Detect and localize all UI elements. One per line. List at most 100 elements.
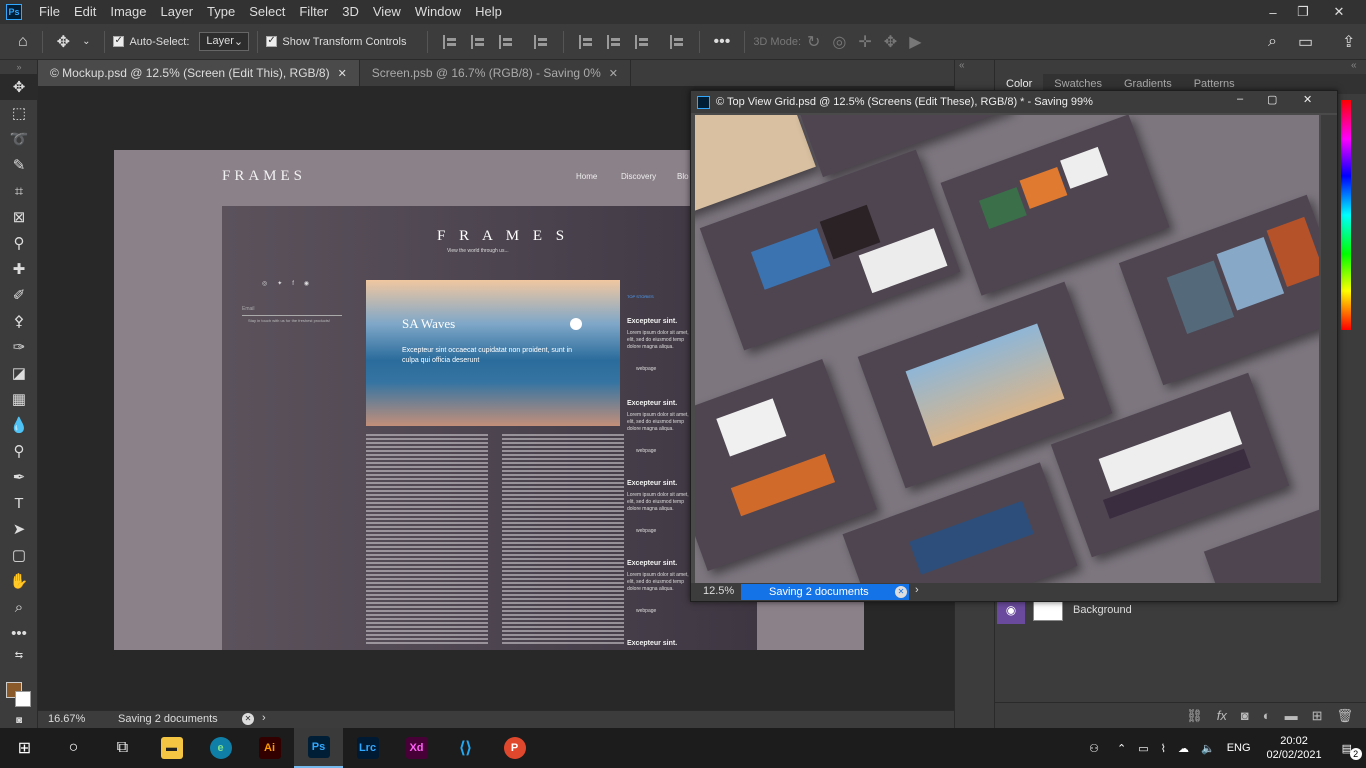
task-view-icon[interactable]: ⧉ xyxy=(98,728,147,768)
chevron-up-icon[interactable]: ⌃ xyxy=(1117,742,1126,755)
clock[interactable]: 20:02 02/02/2021 xyxy=(1267,734,1322,762)
cancel-save-icon[interactable]: ✕ xyxy=(895,586,907,598)
new-layer-icon[interactable]: ⊞ xyxy=(1312,708,1323,724)
menu-file[interactable]: File xyxy=(32,0,67,24)
history-brush-tool-icon[interactable]: ✑ xyxy=(0,334,38,360)
move-tool-icon[interactable]: ✥ xyxy=(57,32,70,52)
window-title-bar[interactable]: © Top View Grid.psd @ 12.5% (Screens (Ed… xyxy=(691,91,1337,113)
blur-tool-icon[interactable]: 💧 xyxy=(0,412,38,438)
type-tool-icon[interactable]: T xyxy=(0,490,38,516)
file-explorer-icon[interactable]: ▬ xyxy=(147,728,196,768)
folder-icon[interactable]: ▬ xyxy=(1285,708,1298,723)
search-icon[interactable]: ⌕ xyxy=(1268,33,1277,51)
collapse-icon[interactable]: » xyxy=(0,60,38,74)
hand-tool-icon[interactable]: ✋ xyxy=(0,568,38,594)
notifications-icon[interactable]: ▤ 2 xyxy=(1342,742,1362,760)
chevron-down-icon[interactable]: ⌄ xyxy=(82,36,90,47)
move-tool-icon[interactable]: ✥ xyxy=(0,74,38,100)
align-center-icon[interactable] xyxy=(470,34,485,49)
swap-colors-icon[interactable]: ⇆ xyxy=(0,646,38,664)
gradient-tool-icon[interactable]: ▦ xyxy=(0,386,38,412)
auto-select-dropdown[interactable]: Layer ⌄ xyxy=(199,32,250,51)
tab-screen[interactable]: Screen.psb @ 16.7% (RGB/8) - Saving 0% ✕ xyxy=(359,60,631,86)
align-middle-icon[interactable] xyxy=(606,34,621,49)
3d-slide-icon[interactable]: ✥ xyxy=(884,32,897,52)
workspace-icon[interactable]: ▭ xyxy=(1298,32,1313,52)
marquee-tool-icon[interactable]: ⬚ xyxy=(0,100,38,126)
link-icon[interactable]: ⛓ xyxy=(1186,708,1203,724)
battery-icon[interactable]: ▭ xyxy=(1138,742,1148,755)
zoom-tool-icon[interactable]: ⌕ xyxy=(0,594,38,620)
distribute-vertical-icon[interactable] xyxy=(669,34,684,49)
crop-tool-icon[interactable]: ⌗ xyxy=(0,178,38,204)
3d-scale-icon[interactable]: ▶ xyxy=(909,32,921,52)
lightroom-classic-icon[interactable]: Lrc xyxy=(343,728,392,768)
menu-type[interactable]: Type xyxy=(200,0,242,24)
menu-edit[interactable]: Edit xyxy=(67,0,103,24)
minimize-button[interactable]: – xyxy=(1256,0,1290,24)
restore-button[interactable]: ❐ xyxy=(1286,0,1320,24)
collapse-icon[interactable]: « xyxy=(1351,60,1357,71)
menu-filter[interactable]: Filter xyxy=(292,0,335,24)
language-indicator[interactable]: ENG xyxy=(1227,742,1251,754)
align-left-icon[interactable] xyxy=(442,34,457,49)
more-options-icon[interactable]: ••• xyxy=(714,33,731,51)
close-button[interactable]: ✕ xyxy=(1322,0,1356,24)
window-scrollbar[interactable] xyxy=(1321,115,1337,583)
3d-pan-icon[interactable]: ✛ xyxy=(858,32,871,52)
dodge-tool-icon[interactable]: ⚲ xyxy=(0,438,38,464)
chevron-right-icon[interactable]: › xyxy=(262,712,266,724)
hue-slider[interactable] xyxy=(1341,100,1351,330)
auto-select-checkbox[interactable] xyxy=(113,35,125,47)
maximize-button[interactable]: ▢ xyxy=(1267,93,1277,106)
close-button[interactable]: ✕ xyxy=(1303,93,1312,106)
path-select-tool-icon[interactable]: ➤ xyxy=(0,516,38,542)
pen-tool-icon[interactable]: ✒ xyxy=(0,464,38,490)
menu-window[interactable]: Window xyxy=(408,0,468,24)
lasso-tool-icon[interactable]: ➰ xyxy=(0,126,38,152)
tab-mockup[interactable]: © Mockup.psd @ 12.5% (Screen (Edit This)… xyxy=(38,60,360,86)
xd-icon[interactable]: Xd xyxy=(392,728,441,768)
menu-select[interactable]: Select xyxy=(242,0,292,24)
transform-controls-checkbox[interactable] xyxy=(266,35,278,47)
windows-start-icon[interactable]: ⊞ xyxy=(0,728,49,768)
close-icon[interactable]: ✕ xyxy=(338,67,347,80)
people-icon[interactable]: ⚇ xyxy=(1089,742,1099,755)
home-icon[interactable]: ⌂ xyxy=(18,33,28,51)
cloud-sync-icon[interactable]: ☁ xyxy=(1178,742,1189,755)
mask-icon[interactable]: ◙ xyxy=(1241,708,1249,723)
menu-3d[interactable]: 3D xyxy=(335,0,366,24)
fx-icon[interactable]: fx xyxy=(1217,708,1227,723)
zoom-level[interactable]: 16.67% xyxy=(48,713,85,725)
pocket-app-icon[interactable]: P xyxy=(490,728,539,768)
align-right-icon[interactable] xyxy=(498,34,513,49)
quick-select-tool-icon[interactable]: ✎ xyxy=(0,152,38,178)
background-color-swatch[interactable] xyxy=(15,691,31,707)
healing-brush-tool-icon[interactable]: ✚ xyxy=(0,256,38,282)
frame-tool-icon[interactable]: ⊠ xyxy=(0,204,38,230)
vscode-icon[interactable]: ⟨⟩ xyxy=(441,728,490,768)
3d-orbit-icon[interactable]: ↻ xyxy=(807,32,820,52)
trash-icon[interactable]: 🗑 xyxy=(1336,708,1353,724)
3d-roll-icon[interactable]: ◎ xyxy=(832,32,846,52)
menu-view[interactable]: View xyxy=(366,0,408,24)
photoshop-taskbar-icon[interactable]: Ps xyxy=(294,728,343,768)
menu-image[interactable]: Image xyxy=(103,0,153,24)
eraser-tool-icon[interactable]: ◪ xyxy=(0,360,38,386)
share-icon[interactable]: ⇪ xyxy=(1342,32,1355,52)
distribute-icon[interactable] xyxy=(533,34,548,49)
search-icon[interactable]: ○ xyxy=(49,728,98,768)
collapse-icon[interactable]: « xyxy=(959,60,965,71)
minimize-button[interactable]: – xyxy=(1237,93,1243,105)
cancel-save-icon[interactable]: ✕ xyxy=(242,713,254,725)
quick-mask-icon[interactable]: ◙ xyxy=(0,712,38,728)
more-tools-icon[interactable]: ••• xyxy=(0,620,38,646)
illustrator-icon[interactable]: Ai xyxy=(245,728,294,768)
chevron-right-icon[interactable]: › xyxy=(915,584,919,596)
menu-layer[interactable]: Layer xyxy=(154,0,201,24)
layer-name[interactable]: Background xyxy=(1073,604,1132,616)
window-zoom-level[interactable]: 12.5% xyxy=(703,585,734,597)
close-icon[interactable]: ✕ xyxy=(609,67,618,80)
edge-browser-icon[interactable]: e xyxy=(196,728,245,768)
menu-help[interactable]: Help xyxy=(468,0,509,24)
